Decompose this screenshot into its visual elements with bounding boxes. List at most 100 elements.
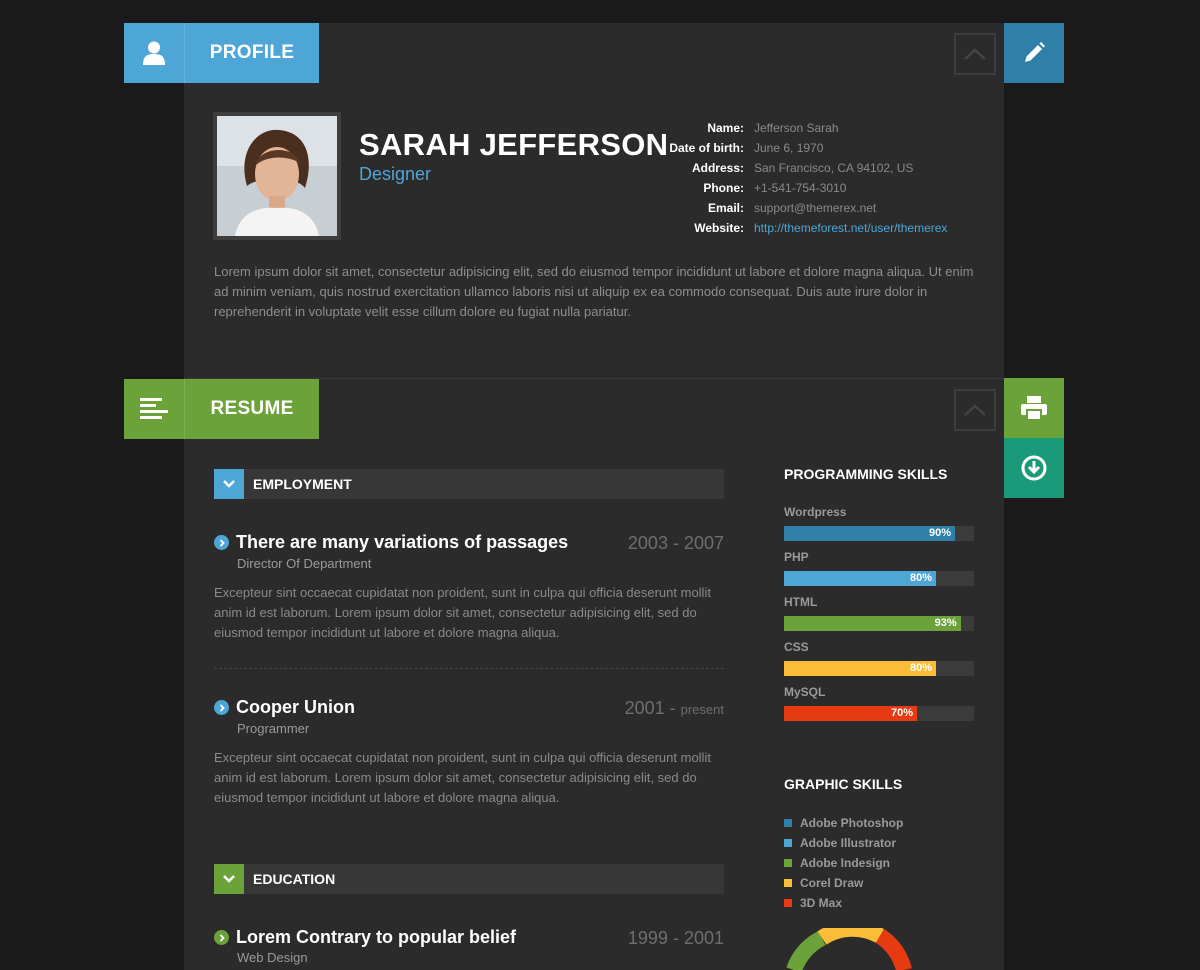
profile-info: Name: Jefferson Sarah Date of birth: June … [640,118,947,238]
skill-track: 80% [784,661,974,676]
legend-item: Adobe Illustrator [784,833,903,853]
info-row-website: Website: http://themeforest.net/user/them… [640,218,947,238]
info-key: Email: [707,201,744,215]
skill-track: 93% [784,616,974,631]
info-value: +1-541-754-3010 [754,181,847,195]
skill-bar: 80% [784,661,936,676]
legend-swatch [784,819,792,827]
education-date: 1999 - 2001 [627,928,724,948]
edit-button[interactable] [1004,23,1064,83]
education-subtitle: Web Design [237,950,308,965]
employment-date-range: 2003 - 2007 [627,533,724,553]
education-header[interactable]: EDUCATION [214,864,724,894]
skill-percent: 80% [909,572,932,584]
skill-bar: 93% [784,616,961,631]
skill-percent: 90% [928,527,951,539]
chevron-right-icon [214,930,229,945]
skill-html: HTML 93% [784,595,974,631]
employment-date-range: 2001 - [624,698,681,718]
info-row-email: Email: support@themerex.net [640,198,947,218]
employment-date: 2001 - present [625,698,724,719]
skill-bar: 80% [784,571,936,586]
skill-php: PHP 80% [784,550,974,586]
skill-mysql: MySQL 70% [784,685,974,721]
profile-tab[interactable]: PROFILE [124,23,319,83]
skill-name: PHP [784,550,809,564]
skill-track: 80% [784,571,974,586]
print-button[interactable] [1004,378,1064,438]
legend-swatch [784,899,792,907]
info-key: Address: [691,161,744,175]
skill-css: CSS 80% [784,640,974,676]
pencil-icon [1025,42,1045,62]
education-label: EDUCATION [253,871,336,887]
info-key: Website: [694,221,744,235]
info-value: support@themerex.net [754,201,877,215]
resume-tab[interactable]: RESUME [124,379,319,439]
user-icon [124,23,185,83]
employment-description: Excepteur sint occaecat cupidatat non pr… [214,585,711,640]
legend-item: 3D Max [784,893,903,913]
chevron-right-icon [214,700,229,715]
profile-collapse-button[interactable] [954,33,996,75]
programming-skills-heading: PROGRAMMING SKILLS [784,466,948,482]
legend-swatch [784,839,792,847]
entry-divider [214,668,724,669]
website-link[interactable]: http://themeforest.net/user/themerex [754,221,947,235]
graphic-skills-heading: GRAPHIC SKILLS [784,776,903,792]
info-key: Phone: [703,181,744,195]
printer-icon [1021,396,1047,421]
skill-percent: 70% [890,707,913,719]
legend-label: 3D Max [800,896,843,910]
skill-bar: 90% [784,526,955,541]
skill-track: 90% [784,526,974,541]
chevron-up-icon [964,404,986,416]
legend-label: Adobe Illustrator [800,836,897,850]
donut-segment-indesign [786,930,826,970]
profile-name: SARAH JEFFERSON [359,127,669,162]
donut-segment-3dmax [875,929,912,970]
donut-segment-corel [817,928,884,945]
legend-label: Corel Draw [800,876,864,890]
legend-swatch [784,879,792,887]
skill-wordpress: Wordpress 90% [784,505,974,541]
employment-date: 2003 - 2007 [628,533,724,554]
info-value: June 6, 1970 [754,141,824,155]
download-button[interactable] [1004,438,1064,498]
legend-item: Adobe Indesign [784,853,903,873]
info-key: Name: [707,121,744,135]
download-circle-icon [1021,455,1047,481]
employment-title: Cooper Union [236,697,355,717]
legend-label: Adobe Indesign [800,856,890,870]
employment-subtitle: Programmer [237,721,310,736]
graphic-skills-legend: Adobe Photoshop Adobe Illustrator Adobe … [784,813,903,913]
skill-track: 70% [784,706,974,721]
employment-description: Excepteur sint occaecat cupidatat non pr… [214,750,711,805]
chevron-down-icon [214,864,244,894]
info-value: San Francisco, CA 94102, US [754,161,914,175]
list-lines-icon [124,379,185,439]
chevron-down-icon [214,469,244,499]
legend-label: Adobe Photoshop [800,816,904,830]
legend-item: Adobe Photoshop [784,813,903,833]
legend-item: Corel Draw [784,873,903,893]
profile-bio: Lorem ipsum dolor sit amet, consectetur … [214,264,974,319]
info-row-phone: Phone: +1-541-754-3010 [640,178,947,198]
profile-tab-label: PROFILE [209,42,295,63]
employment-label: EMPLOYMENT [253,476,352,492]
info-key: Date of birth: [669,141,744,155]
employment-header[interactable]: EMPLOYMENT [214,469,724,499]
info-value: Jefferson Sarah [754,121,839,135]
skill-percent: 93% [934,617,957,629]
resume-tab-label: RESUME [210,398,294,419]
info-row-address: Address: San Francisco, CA 94102, US [640,158,947,178]
skill-name: Wordpress [784,505,847,519]
graphic-skills-donut [786,928,912,970]
info-row-name: Name: Jefferson Sarah [640,118,947,138]
resume-collapse-button[interactable] [954,389,996,431]
chevron-up-icon [964,48,986,60]
skill-name: MySQL [784,685,826,699]
skill-name: HTML [784,595,818,609]
legend-swatch [784,859,792,867]
education-title: Lorem Contrary to popular belief [236,927,517,947]
